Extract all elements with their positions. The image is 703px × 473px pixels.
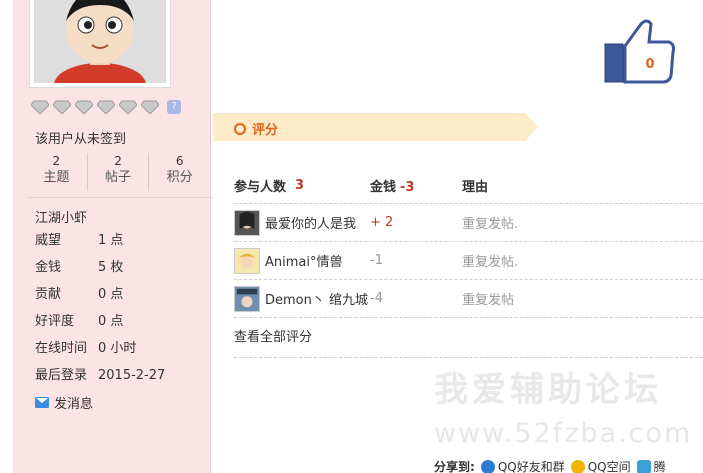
circle-icon [234,122,246,135]
info-key: 在线时间 [35,341,88,356]
rater-avatar[interactable] [234,285,260,312]
share-label: 分享到: [434,460,475,473]
info-key: 威望 [35,233,62,248]
rating-table: 参与人数 3 金钱 -3 理由 最爱你的人是我 + 2 重复发帖. Animai°情… [234,168,703,358]
share-tencent-weibo-label: 腾 [653,460,666,473]
info-key: 最后登录 [35,368,88,383]
rating-title-label: 评分 [252,123,279,138]
header-participants-label: 参与人数 [234,180,287,195]
user-info-list: 威望 1 点 金钱 5 枚 贡献 0 点 好评度 0 点 在线时间 0 小时 最… [35,232,165,394]
stat-posts[interactable]: 2 帖子 [88,153,150,191]
view-all-ratings-link[interactable]: 查看全部评分 [234,318,703,358]
medal-row: ? [31,100,181,114]
stat-label: 主题 [43,170,70,185]
page-left-margin [0,0,13,473]
user-rank[interactable]: 江湖小虾 [35,207,87,226]
info-value: 5 枚 [98,260,124,275]
rating-title: 评分 [234,119,278,138]
header-reason: 理由 [462,180,489,195]
watermark-url: www.52fzba.com [434,418,693,449]
info-row-last-login: 最后登录 2015-2-27 [35,367,165,394]
share-qq-friends[interactable]: QQ好友和群 [480,458,565,473]
rater-cell: Demon丶 绾九城 [234,285,370,312]
rater-avatar[interactable] [234,209,260,236]
header-money-label: 金钱 [370,180,397,195]
rater-avatar[interactable] [234,247,260,274]
qq-icon [480,459,495,473]
stat-label: 帖子 [105,170,132,185]
avatar-image [34,0,166,83]
diamond-icon [97,100,115,114]
rating-score: + 2 [370,215,394,230]
send-message-label: 发消息 [54,397,94,412]
table-row: Demon丶 绾九城 -4 重复发帖 [234,280,703,318]
diamond-icon [119,100,137,114]
help-icon[interactable]: ? [167,100,181,114]
share-bar: 分享到: QQ好友和群 QQ空间 腾 [434,458,666,473]
rater-cell: Animai°情兽 [234,247,370,274]
stat-label: 积分 [166,170,193,185]
info-value: 2015-2-27 [98,368,166,383]
rater-name[interactable]: Animai°情兽 [265,251,343,270]
table-row: 最爱你的人是我 + 2 重复发帖. [234,204,703,242]
info-value: 0 小时 [98,341,137,356]
money-total: -3 [400,180,415,195]
info-key: 好评度 [35,314,75,329]
diamond-icon [53,100,71,114]
rater-cell: 最爱你的人是我 [234,209,370,236]
stat-threads[interactable]: 2 主题 [26,153,88,191]
share-qzone-label: QQ空间 [587,460,631,473]
stat-value: 2 [52,154,61,168]
table-row: Animai°情兽 -1 重复发帖. [234,242,703,280]
info-value: 0 点 [98,287,124,302]
info-row-online-time: 在线时间 0 小时 [35,340,165,367]
info-key: 贡献 [35,287,62,302]
info-value: 0 点 [98,314,124,329]
share-qzone[interactable]: QQ空间 [570,458,631,473]
user-sidebar: ? 该用户从未签到 2 主题 2 帖子 6 积分 江湖小虾 威望 1 点 金钱 … [13,0,213,473]
share-tencent-weibo[interactable]: 腾 [636,458,666,473]
rating-reason: 重复发帖. [462,255,519,270]
stat-value: 6 [175,154,184,168]
like-thumb-button[interactable]: 0 [603,18,675,86]
share-qq-friends-label: QQ好友和群 [497,460,565,473]
rating-reason: 重复发帖 [462,293,515,308]
checkin-status: 该用户从未签到 [35,132,127,147]
rater-name[interactable]: 最爱你的人是我 [265,213,356,232]
send-message-link[interactable]: 发消息 [35,393,93,412]
user-avatar[interactable] [29,0,171,88]
rating-table-header: 参与人数 3 金钱 -3 理由 [234,168,703,204]
info-row-rating: 好评度 0 点 [35,313,165,340]
tencent-weibo-icon [636,459,651,473]
rating-score: -1 [370,253,383,268]
info-value: 1 点 [98,233,124,248]
stat-points[interactable]: 6 积分 [149,153,210,191]
rating-score: -4 [370,291,383,306]
watermark-title: 我爱辅助论坛 [434,370,662,410]
user-stats: 2 主题 2 帖子 6 积分 [26,153,210,191]
diamond-icon [141,100,159,114]
info-key: 金钱 [35,260,62,275]
participants-count: 3 [295,178,305,193]
header-money: 金钱 -3 [370,176,462,195]
rating-reason: 重复发帖. [462,217,519,232]
info-row-prestige: 威望 1 点 [35,232,165,259]
info-row-money: 金钱 5 枚 [35,259,165,286]
divider [27,197,213,198]
info-row-contribution: 贡献 0 点 [35,286,165,313]
qzone-icon [570,459,585,473]
rater-name[interactable]: Demon丶 绾九城 [265,289,368,308]
stat-value: 2 [114,154,122,168]
mail-icon [35,397,49,408]
like-count: 0 [645,57,654,72]
header-participants: 参与人数 3 [234,176,370,195]
diamond-icon [31,100,49,114]
diamond-icon [75,100,93,114]
